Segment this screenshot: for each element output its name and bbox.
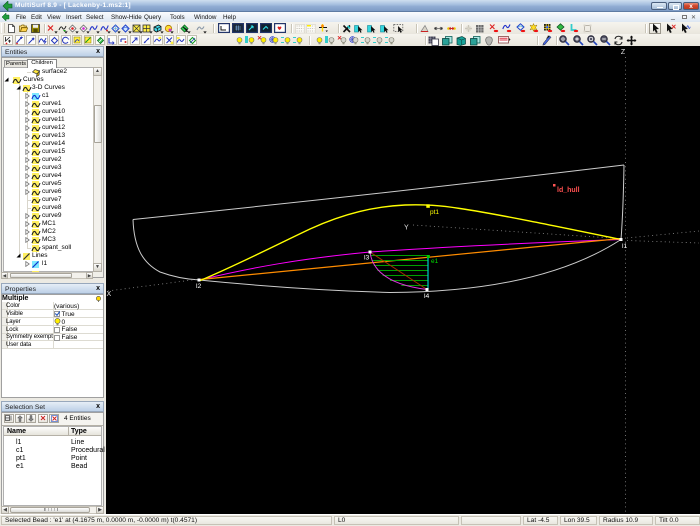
svg-text:pt1: pt1 [430,209,439,216]
svg-text:Z: Z [621,49,626,56]
svg-text:e1: e1 [431,258,439,265]
svg-text:l2: l2 [196,283,202,290]
svg-text:l4: l4 [424,293,430,300]
svg-text:ld_hull: ld_hull [557,187,580,194]
svg-text:X: X [107,291,112,298]
svg-text:l3: l3 [364,255,370,262]
svg-text:l1: l1 [622,243,628,250]
svg-text:Y: Y [404,225,409,232]
